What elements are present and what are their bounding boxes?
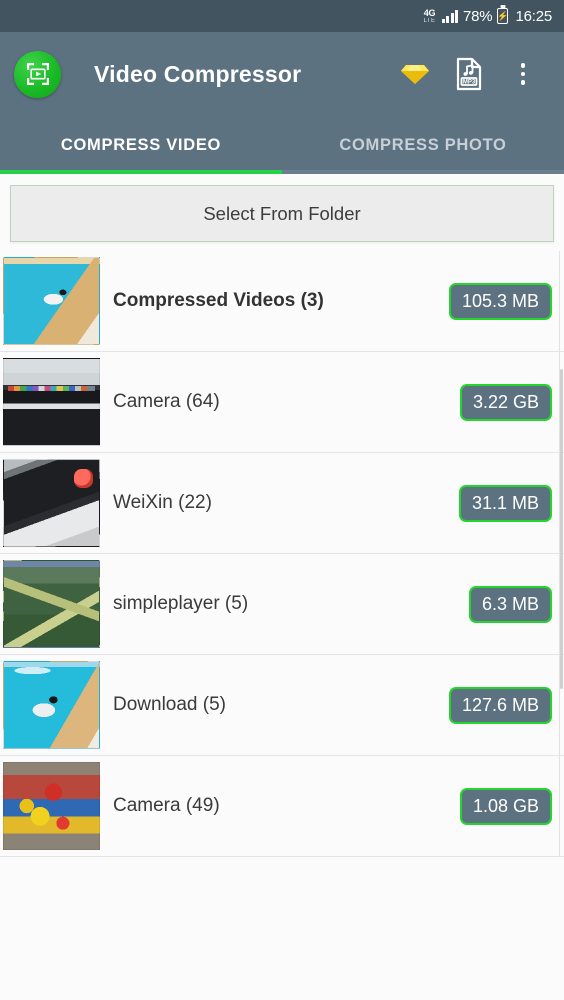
app-bar: Video Compressor MP3 xyxy=(0,32,564,116)
car-rear-thumbnail xyxy=(3,459,100,547)
network-sub-label: LTE xyxy=(423,17,436,24)
premium-diamond-icon xyxy=(401,65,429,84)
status-clock: 16:25 xyxy=(515,7,552,25)
battery-charging-icon: ⚡ xyxy=(497,8,509,24)
overflow-menu-icon xyxy=(520,63,526,85)
list-scrollbar[interactable] xyxy=(559,251,564,857)
tab-compress-video-label: COMPRESS VIDEO xyxy=(60,135,222,154)
tab-bar: COMPRESS VIDEO COMPRESS PHOTO xyxy=(0,116,564,174)
mp3-convert-icon: MP3 xyxy=(456,57,482,91)
tab-compress-photo-label: COMPRESS PHOTO xyxy=(339,135,507,154)
folder-row[interactable]: Compressed Videos (3) 105.3 MB xyxy=(0,251,564,352)
folder-name-label: Camera (64) xyxy=(113,391,220,412)
video-compressor-app-icon xyxy=(14,50,61,98)
folder-size-badge: 31.1 MB xyxy=(458,484,552,522)
folder-size-badge: 1.08 GB xyxy=(459,787,552,825)
battery-percent-label: 78% xyxy=(463,7,493,25)
page-title: Video Compressor xyxy=(94,60,302,87)
mp3-convert-button[interactable]: MP3 xyxy=(442,47,496,101)
folder-name-label: Camera (49) xyxy=(113,795,220,816)
list-scrollbar-thumb[interactable] xyxy=(560,369,563,689)
folder-row[interactable]: Camera (49) 1.08 GB xyxy=(0,756,564,857)
network-type-label: 4G xyxy=(423,7,436,18)
app-bar-actions: MP3 xyxy=(388,47,550,101)
laptop-keyboard-thumbnail xyxy=(3,358,100,446)
folder-name-label: simpleplayer (5) xyxy=(113,593,249,614)
tab-compress-photo[interactable]: COMPRESS PHOTO xyxy=(282,116,564,174)
swimming-pool-thumbnail xyxy=(3,661,100,749)
folder-row[interactable]: Camera (64) 3.22 GB xyxy=(0,352,564,453)
folder-row[interactable]: simpleplayer (5) 6.3 MB xyxy=(0,554,564,655)
folder-size-badge: 105.3 MB xyxy=(448,282,552,320)
folder-size-badge: 127.6 MB xyxy=(448,686,552,724)
select-from-folder-button[interactable]: Select From Folder xyxy=(10,185,554,242)
folder-size-badge: 6.3 MB xyxy=(468,585,552,623)
select-from-folder-label: Select From Folder xyxy=(203,202,361,224)
svg-text:MP3: MP3 xyxy=(463,80,476,86)
folder-row[interactable]: Download (5) 127.6 MB xyxy=(0,655,564,756)
signal-bars-icon xyxy=(441,9,459,23)
swimmer-in-pool-thumbnail xyxy=(3,257,100,345)
toy-ride-thumbnail xyxy=(3,762,100,850)
premium-diamond-button[interactable] xyxy=(388,47,442,101)
app-root: 4G LTE 78% ⚡ 16:25 Video Compressor MP3 … xyxy=(0,0,564,1000)
aerial-forest-thumbnail xyxy=(3,560,100,648)
tab-compress-video[interactable]: COMPRESS VIDEO xyxy=(0,116,282,174)
folder-size-badge: 3.22 GB xyxy=(459,383,552,421)
overflow-menu-button[interactable] xyxy=(496,47,550,101)
folder-name-label: WeiXin (22) xyxy=(113,492,212,513)
status-bar: 4G LTE 78% ⚡ 16:25 xyxy=(0,0,564,32)
folder-row[interactable]: WeiXin (22) 31.1 MB xyxy=(0,453,564,554)
select-from-folder-container: Select From Folder xyxy=(0,174,564,251)
folder-name-label: Compressed Videos (3) xyxy=(113,290,324,311)
folder-list[interactable]: Compressed Videos (3) 105.3 MB Camera (64)… xyxy=(0,251,564,857)
network-type-icon: 4G LTE xyxy=(423,7,436,24)
tab-indicator xyxy=(0,170,282,174)
folder-name-label: Download (5) xyxy=(113,694,226,715)
